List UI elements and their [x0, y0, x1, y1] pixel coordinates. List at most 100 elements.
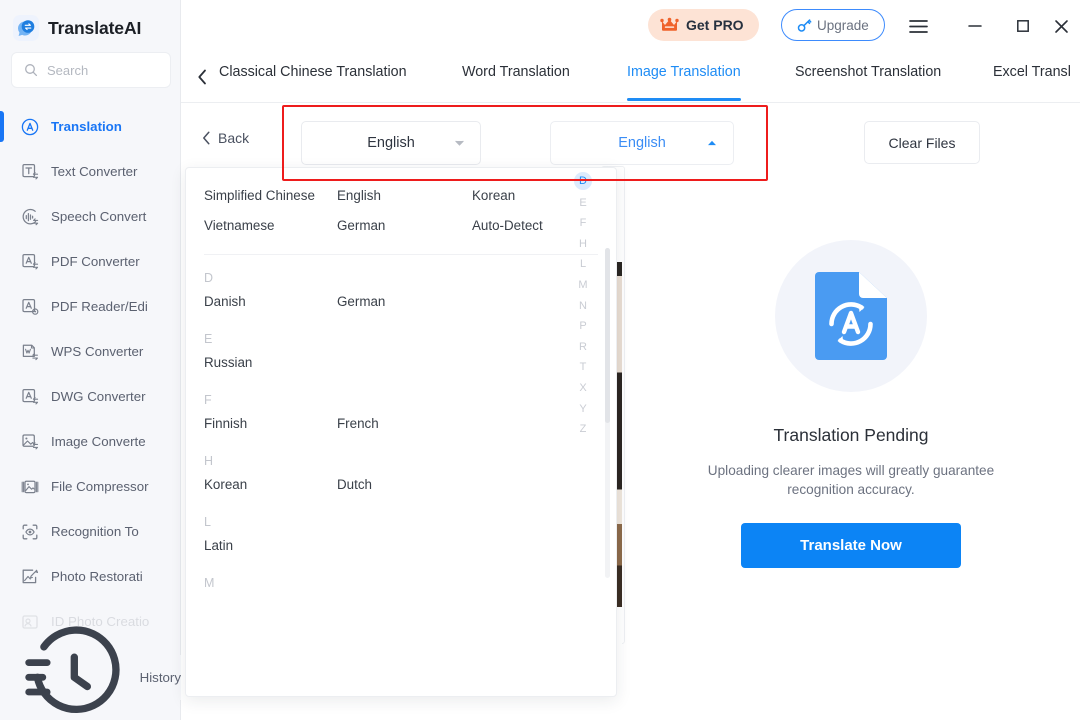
caret-down-icon [455, 140, 464, 146]
tabs-scroll-left-button[interactable] [190, 65, 214, 89]
language-option[interactable]: Finnish [204, 416, 337, 431]
sidebar-item-wps-converter[interactable]: WPS Converter [0, 329, 181, 374]
back-button[interactable]: Back [202, 130, 249, 146]
dropdown-row: Simplified Chinese English Korean [204, 180, 598, 210]
section-letter: E [204, 332, 213, 346]
alphabet-index-item[interactable]: R [574, 337, 592, 358]
sidebar-nav: Translation Text Converter Speech Conver… [0, 104, 181, 644]
alphabet-index-item[interactable]: M [574, 275, 592, 296]
language-option[interactable]: Vietnamese [204, 218, 337, 233]
key-icon [797, 18, 812, 32]
section-letter: D [204, 271, 214, 285]
tab-excel-translation[interactable]: Excel Transl [993, 64, 1071, 98]
dropdown-row: Danish German [204, 287, 598, 316]
section-letter: H [204, 454, 214, 468]
dropdown-section: H Korean Dutch [204, 454, 598, 499]
maximize-button[interactable] [1008, 11, 1038, 41]
alphabet-index-item[interactable]: Y [574, 399, 592, 420]
dropdown-quick-languages: Simplified Chinese English Korean Vietna… [186, 168, 616, 240]
tab-classical-chinese-translation[interactable]: Classical Chinese Translation [219, 64, 407, 98]
maximize-icon [1017, 20, 1029, 32]
sidebar-item-translation[interactable]: Translation [0, 104, 181, 149]
sidebar-item-file-compressor[interactable]: File Compressor [0, 464, 181, 509]
brand-name: TranslateAI [48, 17, 142, 38]
upgrade-button[interactable]: Upgrade [781, 9, 885, 41]
language-option[interactable]: Auto-Detect [472, 218, 543, 233]
language-option[interactable]: Dutch [337, 477, 472, 492]
alphabet-index-item[interactable]: E [574, 193, 592, 214]
sidebar-item-label: History [139, 670, 181, 685]
section-letter: M [204, 576, 215, 590]
sidebar-item-label: PDF Reader/Edi [51, 299, 148, 314]
alphabet-index-item[interactable]: L [574, 254, 592, 275]
main-content: Back English English Clear Files Simplif… [181, 103, 1080, 720]
source-language-value: English [367, 135, 415, 151]
tab-word-translation[interactable]: Word Translation [462, 64, 570, 98]
alphabet-index-item[interactable]: P [574, 316, 592, 337]
dropdown-section: F Finnish French [204, 393, 598, 438]
language-dropdown-panel[interactable]: Simplified Chinese English Korean Vietna… [185, 167, 617, 697]
alphabet-index-item[interactable]: F [574, 213, 592, 234]
minimize-button[interactable] [960, 11, 990, 41]
language-option[interactable]: Russian [204, 355, 337, 370]
dropdown-scrollbar-thumb[interactable] [605, 248, 610, 423]
source-language-select[interactable]: English [301, 121, 481, 165]
translate-now-button[interactable]: Translate Now [741, 523, 961, 568]
hamburger-menu-icon [908, 19, 928, 33]
tab-image-translation[interactable]: Image Translation [627, 64, 741, 101]
text-converter-icon [22, 163, 39, 179]
dropdown-scrollbar[interactable] [605, 248, 610, 578]
alphabet-index-item[interactable]: T [574, 357, 592, 378]
get-pro-button[interactable]: Get PRO [648, 9, 759, 41]
alphabet-index-item[interactable]: Z [574, 419, 592, 440]
alphabet-index-item[interactable]: D [574, 172, 592, 190]
language-option[interactable]: French [337, 416, 472, 431]
sidebar-item-label: Text Converter [51, 164, 138, 179]
alphabet-index-item[interactable]: N [574, 296, 592, 317]
status-subtitle: Uploading clearer images will greatly gu… [707, 463, 995, 497]
sidebar-item-speech-convert[interactable]: Speech Convert [0, 194, 181, 239]
language-option[interactable]: German [337, 294, 472, 309]
sidebar-item-label: File Compressor [51, 479, 149, 494]
sidebar-item-dwg-converter[interactable]: DWG Converter [0, 374, 181, 419]
sidebar-item-label: Recognition To [51, 524, 139, 539]
language-option[interactable]: Korean [472, 188, 515, 203]
sidebar-item-history[interactable]: History [0, 626, 181, 714]
sidebar-item-label: Speech Convert [51, 209, 147, 224]
get-pro-label: Get PRO [686, 17, 744, 33]
sidebar-item-text-converter[interactable]: Text Converter [0, 149, 181, 194]
close-button[interactable] [1046, 11, 1076, 41]
alphabet-index-item[interactable]: H [574, 234, 592, 255]
dropdown-row: Latin [204, 531, 598, 560]
language-option[interactable]: Korean [204, 477, 337, 492]
tab-screenshot-translation[interactable]: Screenshot Translation [795, 64, 941, 98]
sidebar-item-recognition-to[interactable]: Recognition To [0, 509, 181, 554]
dropdown-divider [204, 254, 598, 255]
document-translate-icon [775, 240, 927, 392]
sidebar-item-image-converter[interactable]: Image Converte [0, 419, 181, 464]
dwg-converter-icon [22, 388, 39, 404]
language-option[interactable]: Danish [204, 294, 337, 309]
search-input[interactable]: Search [11, 52, 171, 88]
language-option[interactable]: Simplified Chinese [204, 188, 337, 203]
dropdown-section: D Danish German [204, 271, 598, 316]
language-option[interactable]: Latin [204, 538, 337, 553]
window-topbar: Get PRO Upgrade [181, 0, 1080, 54]
alphabet-index[interactable]: D E F H L M N P R T X Y Z [574, 172, 592, 440]
brand: TranslateAI [0, 0, 180, 44]
sidebar-item-pdf-reader-editor[interactable]: PDF Reader/Edi [0, 284, 181, 329]
translate-now-label: Translate Now [800, 537, 902, 554]
sidebar-item-photo-restoration[interactable]: Photo Restorati [0, 554, 181, 599]
dropdown-row: Russian [204, 348, 598, 377]
pdf-reader-editor-icon [22, 298, 39, 315]
sidebar-item-pdf-converter[interactable]: PDF Converter [0, 239, 181, 284]
language-option[interactable]: English [337, 188, 472, 203]
chevron-left-icon [203, 131, 210, 145]
dropdown-row: Korean Dutch [204, 470, 598, 499]
hamburger-menu-button[interactable] [903, 11, 933, 41]
alphabet-index-item[interactable]: X [574, 378, 592, 399]
chevron-left-icon [197, 69, 206, 85]
language-option[interactable]: German [337, 218, 472, 233]
image-converter-icon [22, 433, 39, 449]
sidebar: TranslateAI Search Translation Text Conv… [0, 0, 181, 720]
